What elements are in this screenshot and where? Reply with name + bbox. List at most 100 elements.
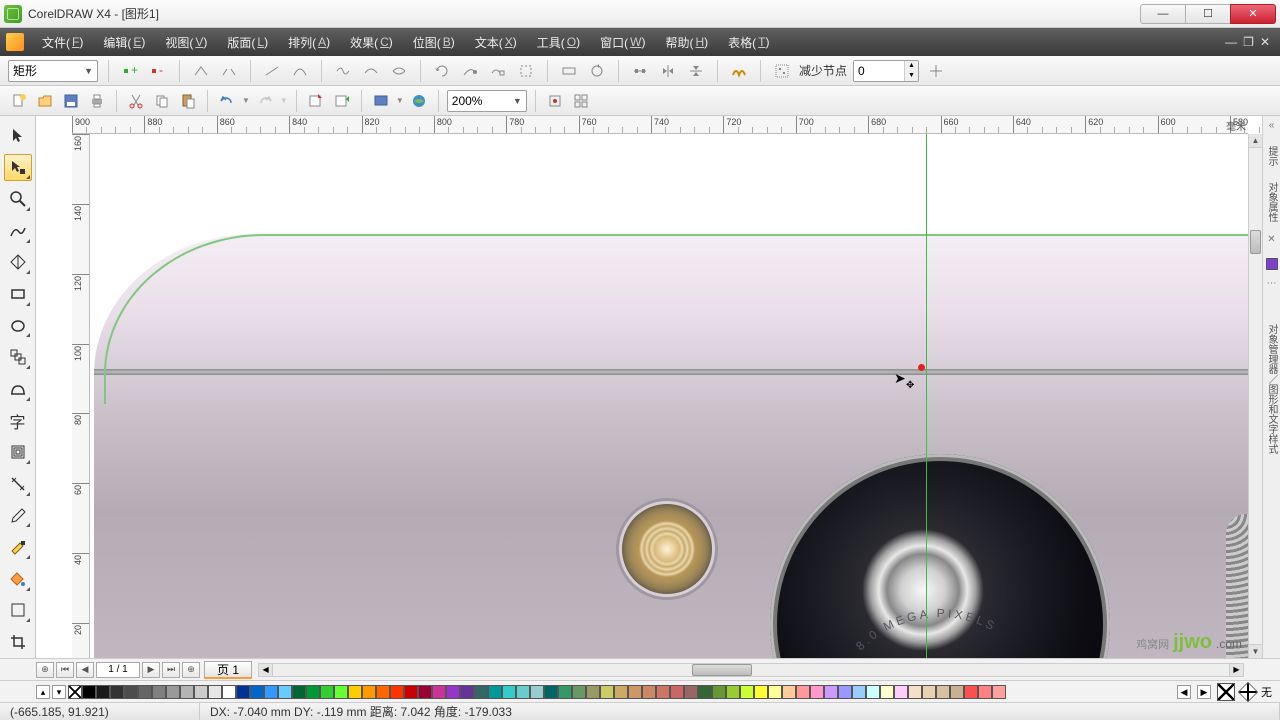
text-tool[interactable]: 字 <box>4 407 32 435</box>
elastic-mode-button[interactable] <box>728 60 750 82</box>
color-swatch[interactable] <box>152 685 166 699</box>
paste-button[interactable] <box>177 90 199 112</box>
color-swatch[interactable] <box>264 685 278 699</box>
color-swatch[interactable] <box>180 685 194 699</box>
color-swatch[interactable] <box>166 685 180 699</box>
color-swatch[interactable] <box>740 685 754 699</box>
menu-b[interactable]: 位图(B) <box>403 28 465 56</box>
color-swatch[interactable] <box>768 685 782 699</box>
color-swatch[interactable] <box>642 685 656 699</box>
color-swatch[interactable] <box>698 685 712 699</box>
color-swatch[interactable] <box>208 685 222 699</box>
color-swatch[interactable] <box>362 685 376 699</box>
outline-indicator-swatch[interactable] <box>1238 681 1258 701</box>
color-swatch[interactable] <box>348 685 362 699</box>
active-node-marker[interactable] <box>918 364 925 371</box>
select-all-nodes-button[interactable] <box>771 60 793 82</box>
color-swatch[interactable] <box>684 685 698 699</box>
minimize-button[interactable]: — <box>1140 4 1186 24</box>
close-button[interactable]: ✕ <box>1230 4 1276 24</box>
color-swatch-current[interactable] <box>1266 258 1278 270</box>
color-swatch[interactable] <box>586 685 600 699</box>
color-swatch[interactable] <box>978 685 992 699</box>
shape-mode-combo[interactable]: 矩形 ▼ <box>8 60 98 82</box>
spin-down-icon[interactable]: ▼ <box>904 71 918 81</box>
redo-button[interactable] <box>254 90 276 112</box>
copy-button[interactable] <box>151 90 173 112</box>
options-button[interactable] <box>570 90 592 112</box>
interactive-fill-tool[interactable] <box>4 597 32 625</box>
launcher-dropdown-icon[interactable]: ▼ <box>396 96 404 105</box>
color-swatch[interactable] <box>908 685 922 699</box>
reflect-nodes-v-button[interactable] <box>685 60 707 82</box>
align-nodes-button[interactable] <box>629 60 651 82</box>
doc-restore-button[interactable]: ❐ <box>1243 35 1254 49</box>
to-line-button[interactable] <box>261 60 283 82</box>
cut-button[interactable] <box>125 90 147 112</box>
extend-curve-button[interactable] <box>459 60 481 82</box>
doc-minimize-button[interactable]: — <box>1225 35 1237 49</box>
horizontal-ruler[interactable]: 9008808608408208007807607407207006806606… <box>72 116 1248 134</box>
next-page-button[interactable]: ▶ <box>142 662 160 678</box>
color-swatch[interactable] <box>712 685 726 699</box>
extract-subpath-button[interactable] <box>487 60 509 82</box>
crop-tool[interactable] <box>4 628 32 656</box>
snapping-button[interactable] <box>544 90 566 112</box>
add-page-after-button[interactable]: ⊕ <box>182 662 200 678</box>
page-tab-1[interactable]: 页 1 <box>204 661 252 679</box>
palette-scroll-down-icon[interactable]: ▾ <box>52 685 66 699</box>
first-page-button[interactable]: ⏮ <box>56 662 74 678</box>
scroll-right-icon[interactable]: ▶ <box>1229 664 1243 676</box>
color-swatch[interactable] <box>488 685 502 699</box>
add-page-button[interactable]: ⊕ <box>36 662 54 678</box>
import-button[interactable] <box>305 90 327 112</box>
color-swatch[interactable] <box>558 685 572 699</box>
color-swatch[interactable] <box>544 685 558 699</box>
color-swatch[interactable] <box>460 685 474 699</box>
color-swatch[interactable] <box>404 685 418 699</box>
palette-scroll-up-icon[interactable]: ▴ <box>36 685 50 699</box>
last-page-button[interactable]: ⏭ <box>162 662 180 678</box>
print-button[interactable] <box>86 90 108 112</box>
fill-indicator-swatch[interactable] <box>1217 683 1235 701</box>
color-swatch[interactable] <box>936 685 950 699</box>
auto-close-button[interactable] <box>515 60 537 82</box>
join-nodes-button[interactable] <box>190 60 212 82</box>
menu-a[interactable]: 排列(A) <box>278 28 340 56</box>
menu-c[interactable]: 效果(C) <box>340 28 403 56</box>
polygon-tool[interactable] <box>4 343 32 371</box>
prev-page-button[interactable]: ◀ <box>76 662 94 678</box>
curve-smoothness-button[interactable] <box>925 60 947 82</box>
color-swatch[interactable] <box>292 685 306 699</box>
fill-tool[interactable] <box>4 565 32 593</box>
zoom-tool[interactable] <box>4 185 32 213</box>
color-swatch[interactable] <box>572 685 586 699</box>
stretch-nodes-button[interactable] <box>558 60 580 82</box>
color-swatch[interactable] <box>796 685 810 699</box>
horizontal-scrollbar[interactable]: ◀ ▶ <box>258 663 1244 677</box>
color-swatch[interactable] <box>656 685 670 699</box>
color-swatch[interactable] <box>390 685 404 699</box>
smooth-node-button[interactable] <box>360 60 382 82</box>
docker-expand-icon[interactable]: « <box>1265 120 1279 134</box>
welcome-screen-button[interactable] <box>408 90 430 112</box>
cusp-node-button[interactable] <box>332 60 354 82</box>
color-swatch[interactable] <box>992 685 1006 699</box>
dimension-tool[interactable] <box>4 470 32 498</box>
color-swatch[interactable] <box>964 685 978 699</box>
docker-close-icon[interactable]: ✕ <box>1265 234 1279 248</box>
reflect-nodes-h-button[interactable] <box>657 60 679 82</box>
basic-shapes-tool[interactable] <box>4 375 32 403</box>
menu-l[interactable]: 版面(L) <box>217 28 278 56</box>
break-node-button[interactable] <box>218 60 240 82</box>
docker-tab-hints[interactable]: 提示 <box>1264 142 1279 170</box>
color-swatch[interactable] <box>306 685 320 699</box>
color-swatch[interactable] <box>376 685 390 699</box>
color-swatch[interactable] <box>922 685 936 699</box>
new-button[interactable] <box>8 90 30 112</box>
open-button[interactable] <box>34 90 56 112</box>
menu-t[interactable]: 表格(T) <box>718 28 779 56</box>
rotate-nodes-button[interactable] <box>586 60 608 82</box>
docker-menu-icon[interactable]: ⋯ <box>1265 278 1279 292</box>
delete-node-button[interactable]: - <box>147 60 169 82</box>
